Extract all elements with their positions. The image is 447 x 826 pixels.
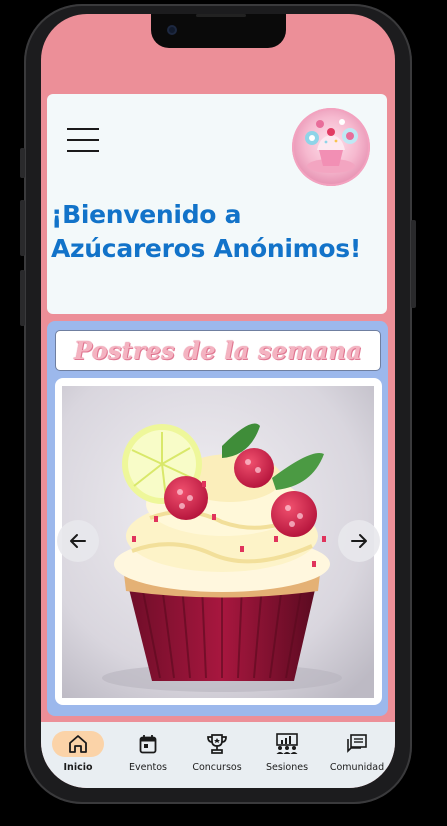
carousel-next-button[interactable]: [338, 520, 380, 562]
welcome-heading: ¡Bienvenido a Azúcareros Anónimos!: [51, 200, 361, 263]
featured-desserts-section: Postres de la semana: [47, 321, 388, 716]
hamburger-menu-icon[interactable]: [67, 128, 99, 154]
nav-icon-holder-comunidad: [331, 731, 383, 757]
trophy-icon: [207, 734, 227, 754]
speaker-grille: [196, 14, 246, 17]
arrow-left-icon: [70, 534, 86, 548]
phone-volume-up: [20, 200, 25, 256]
calendar-icon: [139, 735, 157, 754]
active-indicator: [52, 731, 104, 757]
forum-icon: [347, 734, 367, 753]
nav-label-comunidad: Comunidad: [329, 762, 385, 773]
front-camera: [167, 25, 177, 35]
phone-silent-switch: [20, 148, 25, 178]
nav-label-concursos: Concursos: [192, 762, 242, 773]
nav-item-eventos[interactable]: Eventos: [113, 722, 183, 788]
nav-item-inicio[interactable]: Inicio: [43, 722, 113, 788]
nav-label-sesiones: Sesiones: [265, 762, 309, 773]
phone-power-button: [411, 220, 416, 308]
arrow-right-icon: [351, 534, 367, 548]
featured-title-box: Postres de la semana: [55, 330, 381, 371]
nav-icon-holder-concursos: [191, 731, 243, 757]
nav-item-sesiones[interactable]: Sesiones: [252, 722, 322, 788]
group-sessions-icon: [276, 733, 298, 754]
cupcake-logo-icon: [292, 108, 370, 186]
header-card: ¡Bienvenido a Azúcareros Anónimos!: [47, 94, 387, 314]
phone-volume-down: [20, 270, 25, 326]
bottom-navigation: Inicio Eventos Concursos Sesiones Comuni…: [41, 722, 395, 788]
nav-icon-holder-eventos: [122, 731, 174, 757]
app-screen: ¡Bienvenido a Azúcareros Anónimos! Postr…: [41, 14, 395, 788]
nav-item-concursos[interactable]: Concursos: [182, 722, 252, 788]
cupcake-photo: [62, 386, 374, 698]
featured-title: Postres de la semana: [74, 336, 362, 365]
nav-icon-holder-sesiones: [261, 731, 313, 757]
carousel-prev-button[interactable]: [57, 520, 99, 562]
nav-label-eventos: Eventos: [129, 762, 167, 773]
nav-item-comunidad[interactable]: Comunidad: [322, 722, 392, 788]
home-icon: [69, 735, 87, 753]
dessert-carousel[interactable]: [55, 378, 382, 705]
nav-label-inicio: Inicio: [63, 762, 93, 773]
